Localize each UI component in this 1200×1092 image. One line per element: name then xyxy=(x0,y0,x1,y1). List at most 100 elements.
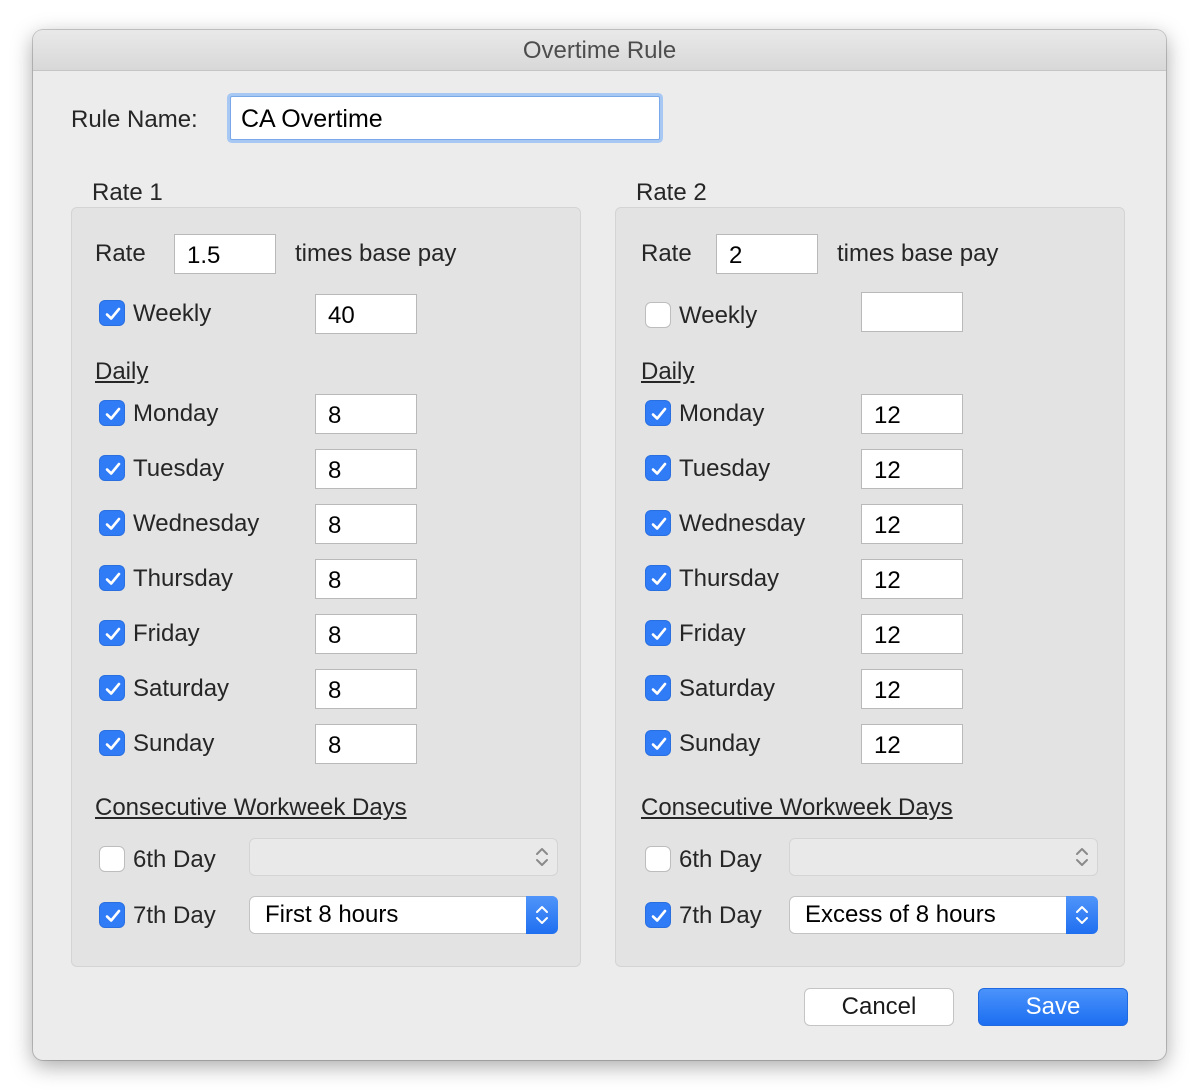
rate-1-friday-label: Friday xyxy=(133,620,200,647)
rate-2-thursday-input[interactable]: 12 xyxy=(861,559,963,599)
rate-2-tuesday-checkbox[interactable] xyxy=(645,455,671,481)
rate-1-6th-day-select[interactable] xyxy=(249,838,558,876)
rate-2-wednesday-input[interactable]: 12 xyxy=(861,504,963,544)
rate-2-heading: Rate 2 xyxy=(636,179,707,206)
rate-2-rate-input[interactable]: 2 xyxy=(716,234,818,274)
chevron-up-down-icon xyxy=(536,906,548,924)
rate-1-6th-day-stepper xyxy=(526,838,558,876)
checkmark-icon xyxy=(651,682,667,695)
rate-2-7th-day-checkbox[interactable] xyxy=(645,902,671,928)
checkmark-icon xyxy=(651,737,667,750)
rate-1-7th-day-stepper[interactable] xyxy=(526,896,558,934)
checkmark-icon xyxy=(651,572,667,585)
rate-1-monday-label: Monday xyxy=(133,400,219,427)
rate-1-suffix-label: times base pay xyxy=(295,240,457,267)
rate-1-thursday-label: Thursday xyxy=(133,565,234,592)
rate-2-wednesday-checkbox[interactable] xyxy=(645,510,671,536)
rate-2-saturday-label: Saturday xyxy=(679,675,776,702)
rate-1-sunday-checkbox[interactable] xyxy=(99,730,125,756)
rate-2-friday-checkbox[interactable] xyxy=(645,620,671,646)
checkmark-icon xyxy=(105,462,121,475)
rate-1-wednesday-checkbox[interactable] xyxy=(99,510,125,536)
rate-2-6th-day-checkbox[interactable] xyxy=(645,846,671,872)
rate-2-saturday-checkbox[interactable] xyxy=(645,675,671,701)
rate-2-weekly-input[interactable] xyxy=(861,292,963,332)
checkmark-icon xyxy=(105,909,121,922)
checkmark-icon xyxy=(651,909,667,922)
checkmark-icon xyxy=(105,737,121,750)
window-title: Overtime Rule xyxy=(33,30,1166,71)
rate-2-7th-day-select[interactable]: Excess of 8 hours xyxy=(789,896,1098,934)
rate-1-7th-day-label: 7th Day xyxy=(133,902,216,929)
rate-2-7th-day-selected: Excess of 8 hours xyxy=(805,901,996,928)
rate-2-sunday-input[interactable]: 12 xyxy=(861,724,963,764)
rate-1-saturday-input[interactable]: 8 xyxy=(315,669,417,709)
rate-2-monday-label: Monday xyxy=(679,400,765,427)
rate-2-friday-label: Friday xyxy=(679,620,746,647)
rate-1-friday-input[interactable]: 8 xyxy=(315,614,417,654)
rate-2-wednesday-label: Wednesday xyxy=(679,510,806,537)
rate-2-monday-checkbox[interactable] xyxy=(645,400,671,426)
rate-1-friday-checkbox[interactable] xyxy=(99,620,125,646)
rate-1-weekly-input[interactable]: 40 xyxy=(315,294,417,334)
rule-name-input[interactable]: CA Overtime xyxy=(230,96,660,140)
chevron-up-down-icon xyxy=(536,848,548,866)
rate-1-heading: Rate 1 xyxy=(92,179,163,206)
rate-1-saturday-label: Saturday xyxy=(133,675,230,702)
rate-1-tuesday-checkbox[interactable] xyxy=(99,455,125,481)
rate-1-thursday-checkbox[interactable] xyxy=(99,565,125,591)
rate-1-thursday-input[interactable]: 8 xyxy=(315,559,417,599)
checkmark-icon xyxy=(105,627,121,640)
rate-2-monday-input[interactable]: 12 xyxy=(861,394,963,434)
checkmark-icon xyxy=(651,517,667,530)
rate-2-weekly-checkbox[interactable] xyxy=(645,302,671,328)
checkmark-icon xyxy=(651,462,667,475)
save-button[interactable]: Save xyxy=(978,988,1128,1026)
rate-2-thursday-checkbox[interactable] xyxy=(645,565,671,591)
rate-1-weekly-checkbox[interactable] xyxy=(99,300,125,326)
rate-2-weekly-label: Weekly xyxy=(679,302,758,329)
chevron-up-down-icon xyxy=(1076,848,1088,866)
rate-1-wednesday-input[interactable]: 8 xyxy=(315,504,417,544)
rate-2-suffix-label: times base pay xyxy=(837,240,999,267)
rule-name-label: Rule Name: xyxy=(71,106,198,133)
rate-2-6th-day-label: 6th Day xyxy=(679,846,762,873)
rate-1-monday-input[interactable]: 8 xyxy=(315,394,417,434)
rate-1-wednesday-label: Wednesday xyxy=(133,510,260,537)
rate-1-6th-day-checkbox[interactable] xyxy=(99,846,125,872)
overtime-rule-dialog: Overtime Rule Rule Name: CA Overtime Rat… xyxy=(33,30,1166,1060)
rate-2-sunday-checkbox[interactable] xyxy=(645,730,671,756)
checkmark-icon xyxy=(651,407,667,420)
rate-1-weekly-label: Weekly xyxy=(133,300,212,327)
checkmark-icon xyxy=(105,517,121,530)
rate-2-sunday-label: Sunday xyxy=(679,730,761,757)
rate-2-consecutive-heading: Consecutive Workweek Days xyxy=(641,794,953,821)
rate-1-daily-heading: Daily xyxy=(95,358,149,385)
rate-2-tuesday-input[interactable]: 12 xyxy=(861,449,963,489)
rate-1-monday-checkbox[interactable] xyxy=(99,400,125,426)
chevron-up-down-icon xyxy=(1076,906,1088,924)
cancel-button[interactable]: Cancel xyxy=(804,988,954,1026)
checkmark-icon xyxy=(105,307,121,320)
rate-1-consecutive-heading: Consecutive Workweek Days xyxy=(95,794,407,821)
rate-1-rate-input[interactable]: 1.5 xyxy=(174,234,276,274)
rate-2-thursday-label: Thursday xyxy=(679,565,780,592)
rate-2-tuesday-label: Tuesday xyxy=(679,455,771,482)
rate-1-6th-day-label: 6th Day xyxy=(133,846,216,873)
rate-2-daily-heading: Daily xyxy=(641,358,695,385)
rate-2-7th-day-label: 7th Day xyxy=(679,902,762,929)
rate-2-7th-day-stepper[interactable] xyxy=(1066,896,1098,934)
rate-1-tuesday-label: Tuesday xyxy=(133,455,225,482)
checkmark-icon xyxy=(105,682,121,695)
rate-1-rate-label: Rate xyxy=(95,240,146,267)
rate-1-tuesday-input[interactable]: 8 xyxy=(315,449,417,489)
rate-1-7th-day-checkbox[interactable] xyxy=(99,902,125,928)
rate-2-6th-day-select[interactable] xyxy=(789,838,1098,876)
rate-1-saturday-checkbox[interactable] xyxy=(99,675,125,701)
checkmark-icon xyxy=(105,407,121,420)
rate-2-rate-label: Rate xyxy=(641,240,692,267)
rate-2-friday-input[interactable]: 12 xyxy=(861,614,963,654)
rate-1-7th-day-select[interactable]: First 8 hours xyxy=(249,896,558,934)
rate-1-sunday-input[interactable]: 8 xyxy=(315,724,417,764)
rate-2-saturday-input[interactable]: 12 xyxy=(861,669,963,709)
